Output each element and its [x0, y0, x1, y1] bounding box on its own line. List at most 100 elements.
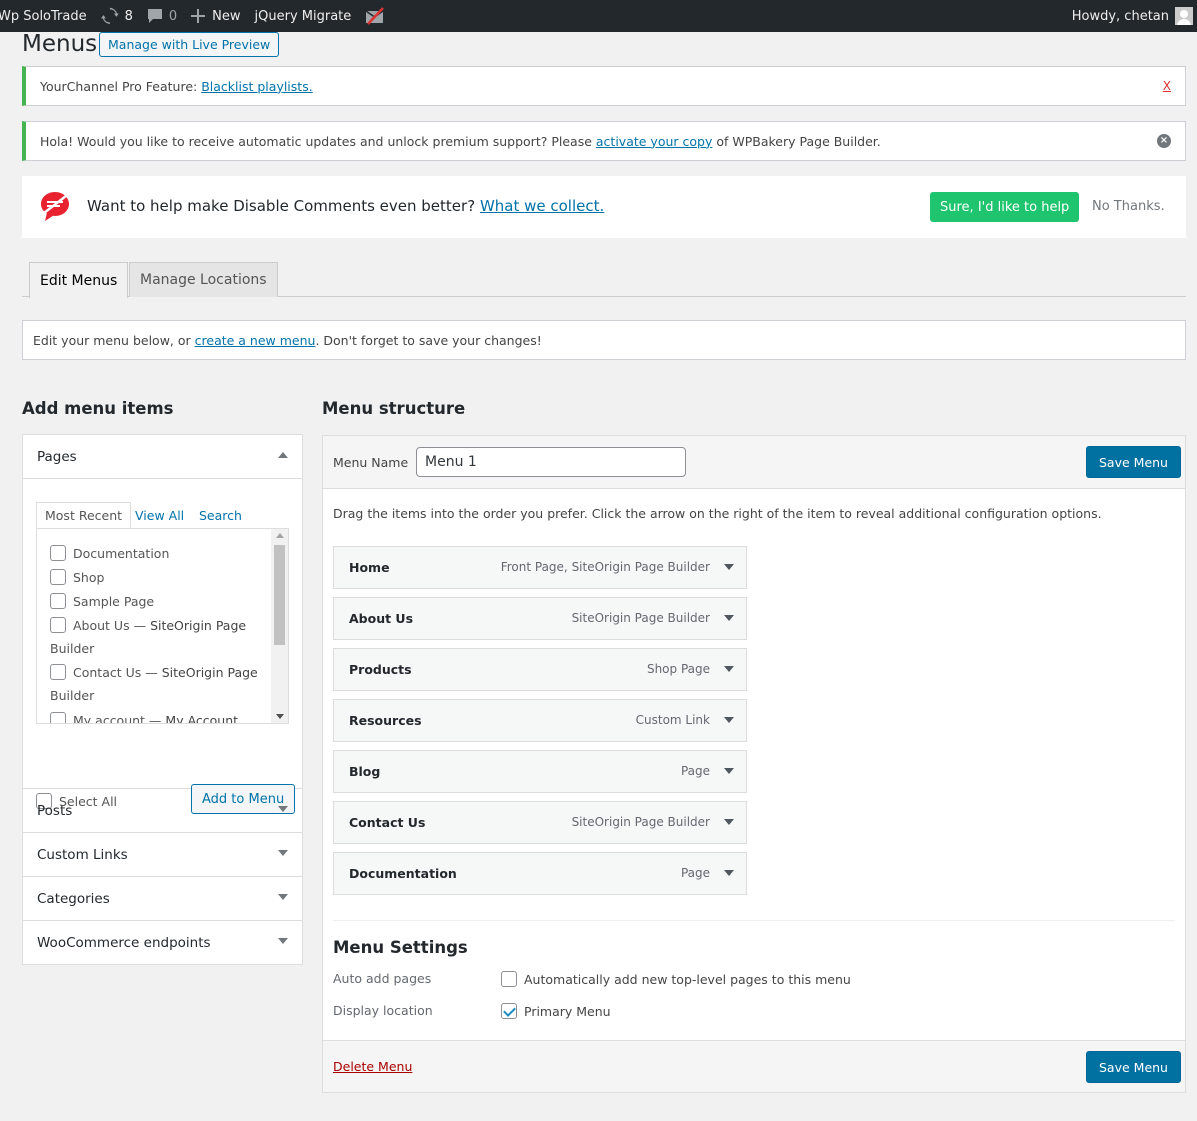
mail-disabled-link[interactable]: [358, 0, 392, 32]
nav-tabs: Edit Menus Manage Locations: [22, 262, 1186, 298]
woocommerce-endpoints-toggle[interactable]: WooCommerce endpoints: [23, 921, 302, 964]
page-item-my-account[interactable]: My account — My Account: [50, 712, 239, 724]
menu-name-input[interactable]: [416, 447, 686, 477]
add-menu-items-heading: Add menu items: [22, 399, 174, 418]
woocommerce-endpoints-section[interactable]: WooCommerce endpoints: [23, 921, 302, 964]
page-template: My Account: [165, 712, 239, 724]
page-item-documentation[interactable]: Documentation: [50, 545, 169, 561]
primary-menu-option[interactable]: Primary Menu: [501, 1003, 611, 1019]
categories-toggle[interactable]: Categories: [23, 877, 302, 920]
section-title: WooCommerce endpoints: [37, 934, 211, 951]
page-item-shop[interactable]: Shop: [50, 569, 104, 585]
create-new-menu-link[interactable]: create a new menu: [195, 333, 316, 348]
menu-item[interactable]: Documentation Page: [333, 852, 747, 895]
disable-comments-logo-icon: [41, 192, 69, 221]
item-expand-arrow-icon[interactable]: [724, 615, 734, 621]
info-suffix: . Don't forget to save your changes!: [315, 332, 542, 348]
menu-item-title: About Us: [349, 611, 414, 626]
custom-links-section[interactable]: Custom Links: [23, 833, 302, 877]
tab-view-all[interactable]: View All: [135, 502, 184, 529]
auto-add-option[interactable]: Automatically add new top-level pages to…: [501, 971, 851, 987]
scroll-up-arrow-icon[interactable]: [276, 533, 284, 538]
menu-item[interactable]: About Us SiteOrigin Page Builder: [333, 597, 747, 640]
site-name-link[interactable]: Wp SoloTrade: [0, 0, 94, 32]
page-template: SiteOrigin Page: [161, 664, 258, 680]
checkbox[interactable]: [50, 593, 66, 609]
disable-comments-notice: Want to help make Disable Comments even …: [22, 176, 1186, 238]
activate-link[interactable]: activate your copy: [596, 134, 712, 149]
page-item-sample-page[interactable]: Sample Page: [50, 593, 154, 609]
item-expand-arrow-icon[interactable]: [724, 666, 734, 672]
jquery-migrate-link[interactable]: jQuery Migrate: [248, 0, 359, 32]
auto-add-option-label: Automatically add new top-level pages to…: [524, 971, 851, 987]
save-menu-button[interactable]: Save Menu: [1086, 446, 1181, 478]
info-prefix: Edit your menu below, or: [33, 332, 191, 348]
menu-item-type: Front Page, SiteOrigin Page Builder: [500, 560, 710, 574]
posts-toggle[interactable]: Posts: [23, 789, 302, 832]
tab-most-recent[interactable]: Most Recent: [36, 502, 132, 529]
item-expand-arrow-icon[interactable]: [724, 768, 734, 774]
tab-search[interactable]: Search: [199, 502, 242, 529]
page-label: Contact Us —: [73, 664, 158, 680]
item-expand-arrow-icon[interactable]: [724, 717, 734, 723]
page-template-cont: Builder: [50, 641, 95, 656]
account-link[interactable]: Howdy, chetan: [1065, 0, 1197, 32]
menu-item[interactable]: Contact Us SiteOrigin Page Builder: [333, 801, 747, 844]
help-yes-button[interactable]: Sure, I'd like to help: [930, 192, 1080, 222]
pages-title: Pages: [37, 448, 77, 465]
comments-link[interactable]: 0: [140, 0, 184, 32]
primary-menu-checkbox[interactable]: [501, 1003, 517, 1019]
dismiss-icon[interactable]: ×: [1157, 134, 1171, 148]
section-title: Custom Links: [37, 846, 128, 863]
auto-add-checkbox[interactable]: [501, 971, 517, 987]
auto-add-label: Auto add pages: [333, 971, 432, 986]
expand-arrow-icon: [278, 850, 288, 856]
menu-header: Menu Name Save Menu: [323, 436, 1185, 489]
menu-item-title: Resources: [349, 713, 422, 728]
menu-item[interactable]: Home Front Page, SiteOrigin Page Builder: [333, 546, 747, 589]
checkbox[interactable]: [50, 569, 66, 585]
yourchannel-close-link[interactable]: X: [1163, 79, 1171, 93]
what-we-collect-link[interactable]: What we collect.: [480, 197, 604, 215]
menu-item[interactable]: Products Shop Page: [333, 648, 747, 691]
categories-section[interactable]: Categories: [23, 877, 302, 921]
live-preview-button[interactable]: Manage with Live Preview: [99, 32, 280, 57]
page-label: My account —: [73, 712, 162, 724]
page-item-about-us[interactable]: About Us — SiteOrigin Page: [50, 617, 246, 633]
posts-section[interactable]: Posts: [23, 789, 302, 833]
wpbakery-notice: Hola! Would you like to receive automati…: [22, 121, 1186, 161]
page-item-contact-us[interactable]: Contact Us — SiteOrigin Page: [50, 664, 258, 680]
avatar: [1175, 7, 1193, 25]
menu-item[interactable]: Blog Page: [333, 750, 747, 793]
checkbox[interactable]: [50, 664, 66, 680]
save-menu-button-bottom[interactable]: Save Menu: [1086, 1051, 1181, 1083]
tab-edit-menus[interactable]: Edit Menus: [29, 262, 129, 298]
new-label: New: [212, 8, 241, 24]
tab-manage-locations[interactable]: Manage Locations: [129, 262, 278, 297]
new-content-link[interactable]: New: [184, 0, 247, 32]
scroll-thumb[interactable]: [274, 545, 285, 645]
scrollbar[interactable]: [271, 529, 288, 723]
mail-disabled-icon: [365, 7, 385, 25]
menu-settings-heading: Menu Settings: [333, 938, 468, 957]
custom-links-toggle[interactable]: Custom Links: [23, 833, 302, 876]
item-expand-arrow-icon[interactable]: [724, 870, 734, 876]
pages-toggle[interactable]: Pages: [23, 435, 302, 478]
pages-panel: Most Recent View All Search Documentatio…: [23, 478, 302, 814]
item-expand-arrow-icon[interactable]: [724, 819, 734, 825]
help-no-link[interactable]: No Thanks.: [1092, 199, 1165, 214]
item-expand-arrow-icon[interactable]: [724, 564, 734, 570]
pages-tabs: Most Recent View All Search: [36, 502, 289, 529]
menu-item-title: Products: [349, 662, 412, 677]
admin-bar: Wp SoloTrade 8 0 New jQuery Migrate Howd…: [0, 0, 1197, 32]
menu-item[interactable]: Resources Custom Link: [333, 699, 747, 742]
checkbox[interactable]: [50, 545, 66, 561]
checkbox[interactable]: [50, 712, 66, 723]
updates-link[interactable]: 8: [94, 0, 140, 32]
blacklist-link[interactable]: Blacklist playlists.: [201, 79, 312, 94]
delete-menu-link[interactable]: Delete Menu: [333, 1059, 412, 1074]
checkbox[interactable]: [50, 617, 66, 633]
menu-item-title: Contact Us: [349, 815, 426, 830]
collapse-arrow-icon: [278, 452, 288, 458]
scroll-down-arrow-icon[interactable]: [276, 714, 284, 719]
